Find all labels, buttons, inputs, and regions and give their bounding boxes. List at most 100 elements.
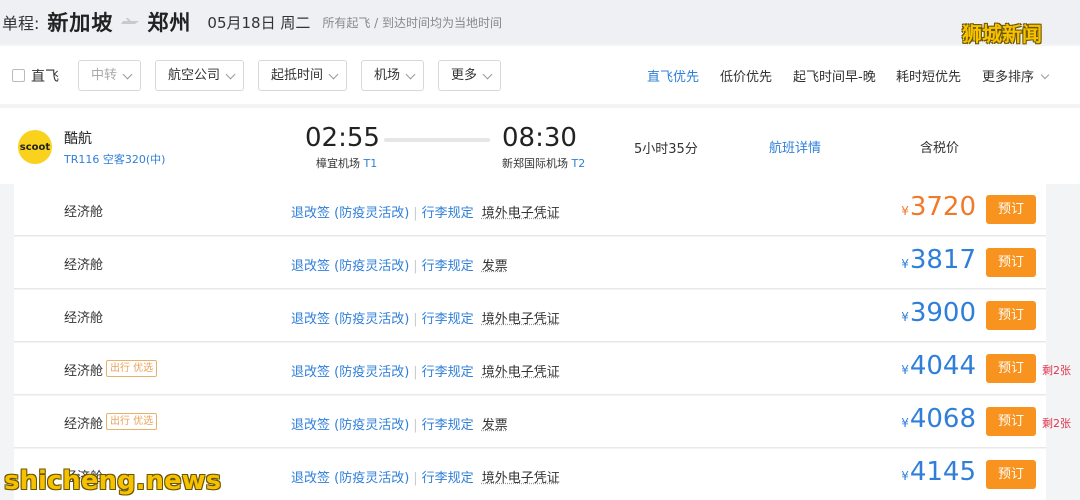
change-policy-link[interactable]: 退改签 (防疫灵活改) — [291, 259, 409, 274]
book-button[interactable]: 预订 — [986, 407, 1036, 436]
fare-price-value: 3720 — [909, 192, 976, 222]
invoice-type[interactable]: 境外电子凭证 — [482, 365, 560, 380]
change-policy-link[interactable]: 退改签 (防疫灵活改) — [291, 206, 409, 221]
fare-row: 经济舱 出行 优选 退改签 (防疫灵活改) | 行李规定 境外电子凭证 ¥4044 预… — [14, 343, 1071, 395]
invoice-type[interactable]: 境外电子凭证 — [482, 471, 560, 486]
airline-logo-text: scoot — [19, 141, 51, 153]
fare-price-value: 3817 — [909, 245, 976, 275]
currency-symbol: ¥ — [901, 416, 909, 430]
local-time-note: 所有起飞 / 到达时间均为当地时间 — [322, 15, 503, 30]
fare-row: 经济舱 退改签 (防疫灵活改) | 行李规定 境外电子凭证 ¥3900 预订 — [14, 290, 1046, 342]
airport-dropdown[interactable]: 机场 — [361, 60, 424, 91]
preferred-tag: 出行 优选 — [106, 413, 158, 430]
currency-symbol: ¥ — [901, 469, 909, 483]
airline-dropdown[interactable]: 航空公司 — [155, 60, 244, 91]
currency-symbol: ¥ — [901, 310, 909, 324]
origin-city[interactable]: 新加坡 — [47, 7, 113, 37]
invoice-type[interactable]: 境外电子凭证 — [482, 206, 560, 221]
cabin-class: 经济舱 — [64, 311, 104, 326]
link-separator: | — [413, 259, 418, 274]
travel-date[interactable]: 05月18日 周二 — [207, 12, 310, 33]
airline-logo: scoot — [18, 130, 52, 164]
currency-symbol: ¥ — [901, 204, 909, 218]
time-dropdown[interactable]: 起抵时间 — [258, 60, 347, 91]
fare-list: 经济舱 退改签 (防疫灵活改) | 行李规定 境外电子凭证 ¥3720 预订 经济舱 … — [14, 184, 1080, 500]
sort-lowest-price[interactable]: 低价优先 — [720, 66, 772, 85]
filter-bar: 直飞 中转 航空公司 起抵时间 机场 更多 直飞优先 低价优先 起飞时间早-晚 … — [0, 46, 1080, 104]
link-separator: | — [413, 471, 418, 486]
baggage-policy-link[interactable]: 行李规定 — [422, 259, 474, 274]
preferred-tag: 出行 优选 — [106, 360, 158, 377]
invoice-type[interactable]: 发票 — [482, 418, 508, 433]
book-button[interactable]: 预订 — [986, 248, 1036, 277]
book-button[interactable]: 预订 — [986, 195, 1036, 224]
seats-left-badge: 剩2张 — [1042, 417, 1071, 430]
arrival-terminal: T2 — [571, 157, 586, 170]
cabin-class: 经济舱 — [64, 205, 104, 220]
chevron-down-icon — [328, 69, 339, 80]
more-sort-options[interactable]: 更多排序 — [982, 66, 1050, 85]
book-button[interactable]: 预订 — [986, 354, 1036, 383]
fare-links: 退改签 (防疫灵活改) | 行李规定 境外电子凭证 — [291, 202, 560, 221]
fare-price: ¥4068 — [901, 404, 976, 434]
airport-dropdown-label: 机场 — [374, 68, 401, 83]
link-separator: | — [413, 365, 418, 380]
fare-price-value: 4145 — [909, 457, 976, 487]
arrival-time: 08:30 — [502, 123, 577, 153]
invoice-type[interactable]: 境外电子凭证 — [482, 312, 560, 327]
transfer-dropdown[interactable]: 中转 — [78, 60, 141, 91]
chevron-down-icon — [405, 69, 416, 80]
fare-price: ¥3817 — [901, 245, 976, 275]
trip-type-label: 单程: — [2, 14, 40, 33]
airline-dropdown-label: 航空公司 — [168, 68, 221, 83]
currency-symbol: ¥ — [901, 257, 909, 271]
time-dropdown-label: 起抵时间 — [271, 68, 324, 83]
fare-links: 退改签 (防疫灵活改) | 行李规定 境外电子凭证 — [291, 467, 560, 486]
sort-direct-first[interactable]: 直飞优先 — [647, 66, 699, 85]
invoice-type[interactable]: 发票 — [482, 259, 508, 274]
more-filters-dropdown[interactable]: 更多 — [438, 60, 501, 91]
chevron-down-icon — [1040, 70, 1050, 80]
fare-price-value: 3900 — [909, 298, 976, 328]
destination-city[interactable]: 郑州 — [147, 7, 191, 37]
departure-airport: 樟宜机场 T1 — [316, 155, 377, 171]
direct-checkbox[interactable] — [12, 69, 25, 82]
fare-row: 经济舱 出行 优选 退改签 (防疫灵活改) | 行李规定 发票 ¥4068 预订 剩2… — [14, 396, 1071, 448]
fare-price: ¥4044 — [901, 351, 976, 381]
direct-checkbox-label[interactable]: 直飞 — [31, 66, 59, 86]
change-policy-link[interactable]: 退改签 (防疫灵活改) — [291, 312, 409, 327]
baggage-policy-link[interactable]: 行李规定 — [422, 206, 474, 221]
watermark-bottom: shicheng.news — [4, 466, 222, 496]
change-policy-link[interactable]: 退改签 (防疫灵活改) — [291, 471, 409, 486]
sort-shortest-duration[interactable]: 耗时短优先 — [896, 66, 961, 85]
cabin-class: 经济舱 — [64, 258, 104, 273]
baggage-policy-link[interactable]: 行李规定 — [422, 471, 474, 486]
book-button[interactable]: 预订 — [986, 460, 1036, 489]
tax-included-label: 含税价 — [920, 141, 960, 156]
book-button[interactable]: 预订 — [986, 301, 1036, 330]
change-policy-link[interactable]: 退改签 (防疫灵活改) — [291, 365, 409, 380]
flight-duration: 5小时35分 — [634, 142, 698, 157]
flight-details-link[interactable]: 航班详情 — [769, 137, 821, 156]
chevron-down-icon — [482, 69, 493, 80]
watermark-top: 狮城新闻 — [962, 22, 1042, 46]
chevron-down-icon — [122, 69, 133, 80]
fare-price-value: 4044 — [909, 351, 976, 381]
cabin-class: 经济舱 — [64, 364, 104, 379]
fare-links: 退改签 (防疫灵活改) | 行李规定 境外电子凭证 — [291, 308, 560, 327]
cabin-class: 经济舱 — [64, 417, 104, 432]
sort-departure-time[interactable]: 起飞时间早-晚 — [793, 66, 876, 85]
fare-row: 经济舱 退改签 (防疫灵活改) | 行李规定 境外电子凭证 ¥3720 预订 — [14, 184, 1046, 236]
more-sort-label: 更多排序 — [982, 70, 1035, 85]
baggage-policy-link[interactable]: 行李规定 — [422, 312, 474, 327]
arrival-airport: 新郑国际机场 T2 — [502, 155, 585, 171]
flight-number[interactable]: TR116 空客320(中) — [64, 151, 165, 167]
baggage-policy-link[interactable]: 行李规定 — [422, 365, 474, 380]
change-policy-link[interactable]: 退改签 (防疫灵活改) — [291, 418, 409, 433]
baggage-policy-link[interactable]: 行李规定 — [422, 418, 474, 433]
flight-card: scoot 酷航 TR116 空客320(中) 02:55 08:30 樟宜机场… — [0, 108, 1080, 184]
chevron-down-icon — [225, 69, 236, 80]
link-separator: | — [413, 418, 418, 433]
seats-left-badge: 剩2张 — [1042, 364, 1071, 377]
fare-links: 退改签 (防疫灵活改) | 行李规定 发票 — [291, 414, 508, 433]
